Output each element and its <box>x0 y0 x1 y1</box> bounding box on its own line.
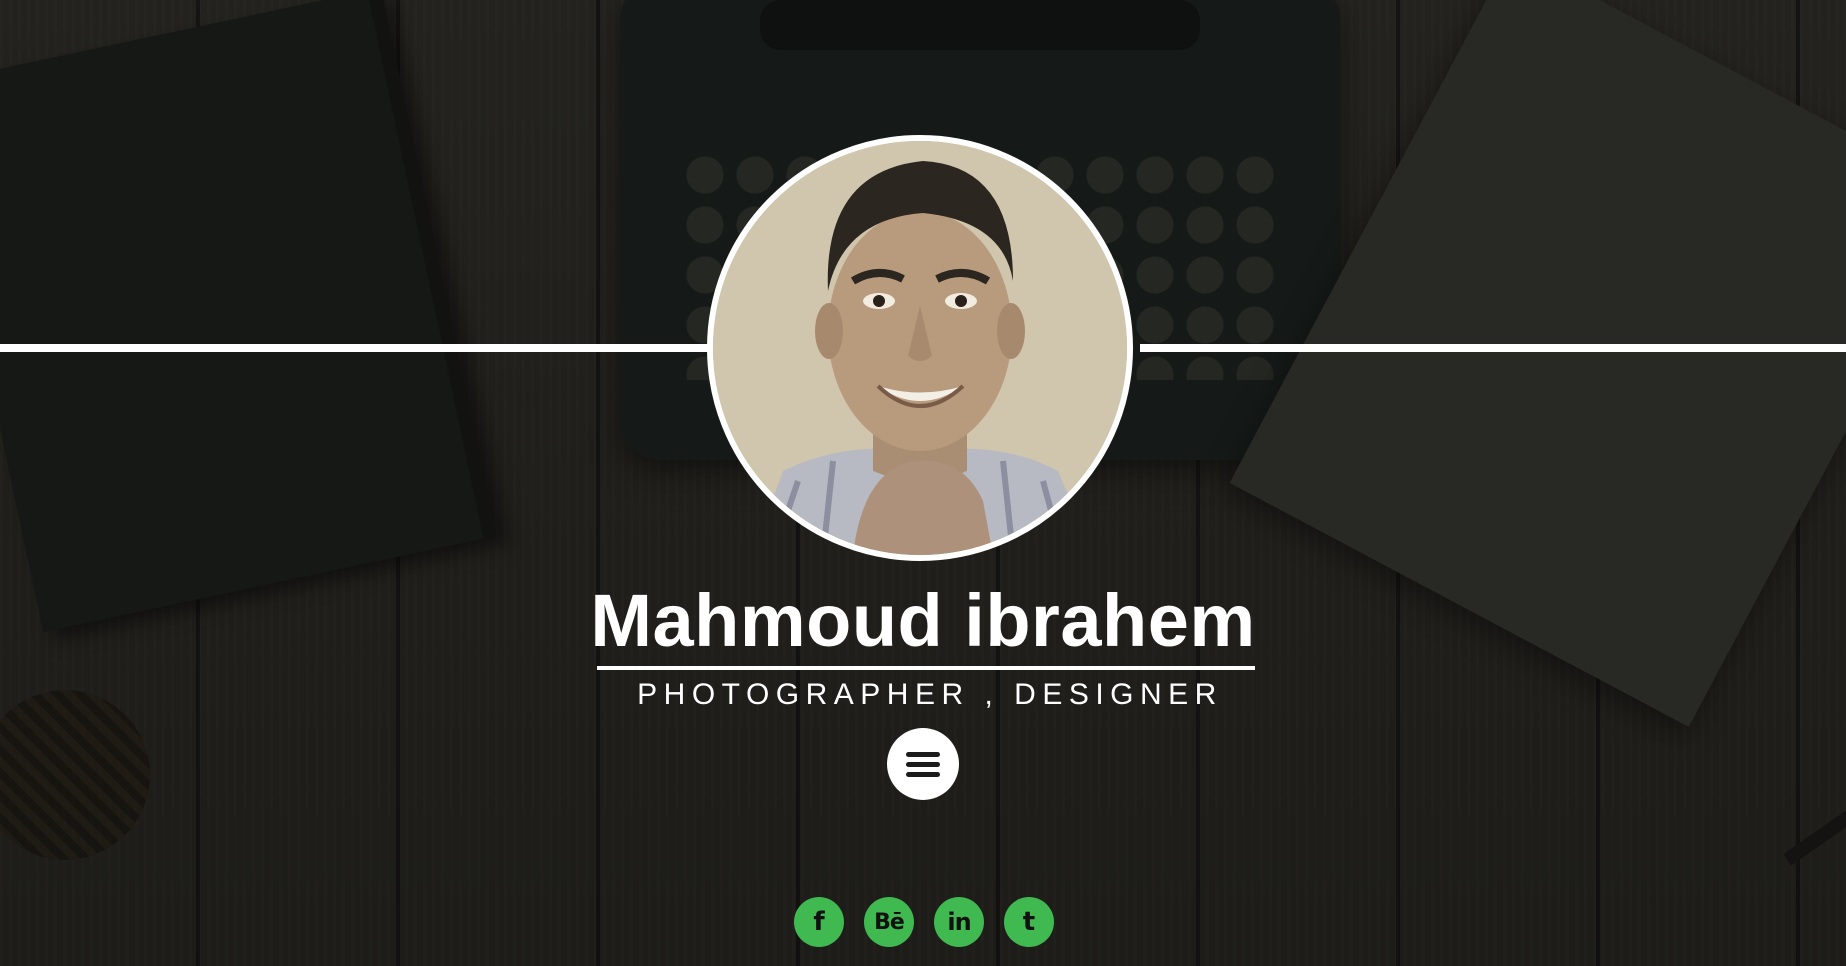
behance-icon: Bē <box>874 909 905 935</box>
divider-line-right <box>1140 344 1846 352</box>
twitter-icon: t <box>1022 907 1036 937</box>
facebook-icon: f <box>813 907 825 937</box>
name-underline <box>597 666 1255 670</box>
behance-link[interactable]: Bē <box>864 897 914 947</box>
linkedin-link[interactable]: in <box>934 897 984 947</box>
twitter-link[interactable]: t <box>1004 897 1054 947</box>
avatar <box>707 135 1133 561</box>
profile-name: Mahmoud ibrahem <box>590 579 1256 662</box>
menu-button[interactable] <box>887 728 959 800</box>
profile-tagline: PHOTOGRAPHER , DESIGNER <box>637 678 1223 711</box>
facebook-link[interactable]: f <box>794 897 844 947</box>
divider-line-left <box>0 344 710 352</box>
social-links: f Bē in t <box>794 897 1054 947</box>
linkedin-icon: in <box>947 908 971 936</box>
hamburger-menu-icon <box>906 747 940 782</box>
profile-photo <box>713 141 1127 555</box>
